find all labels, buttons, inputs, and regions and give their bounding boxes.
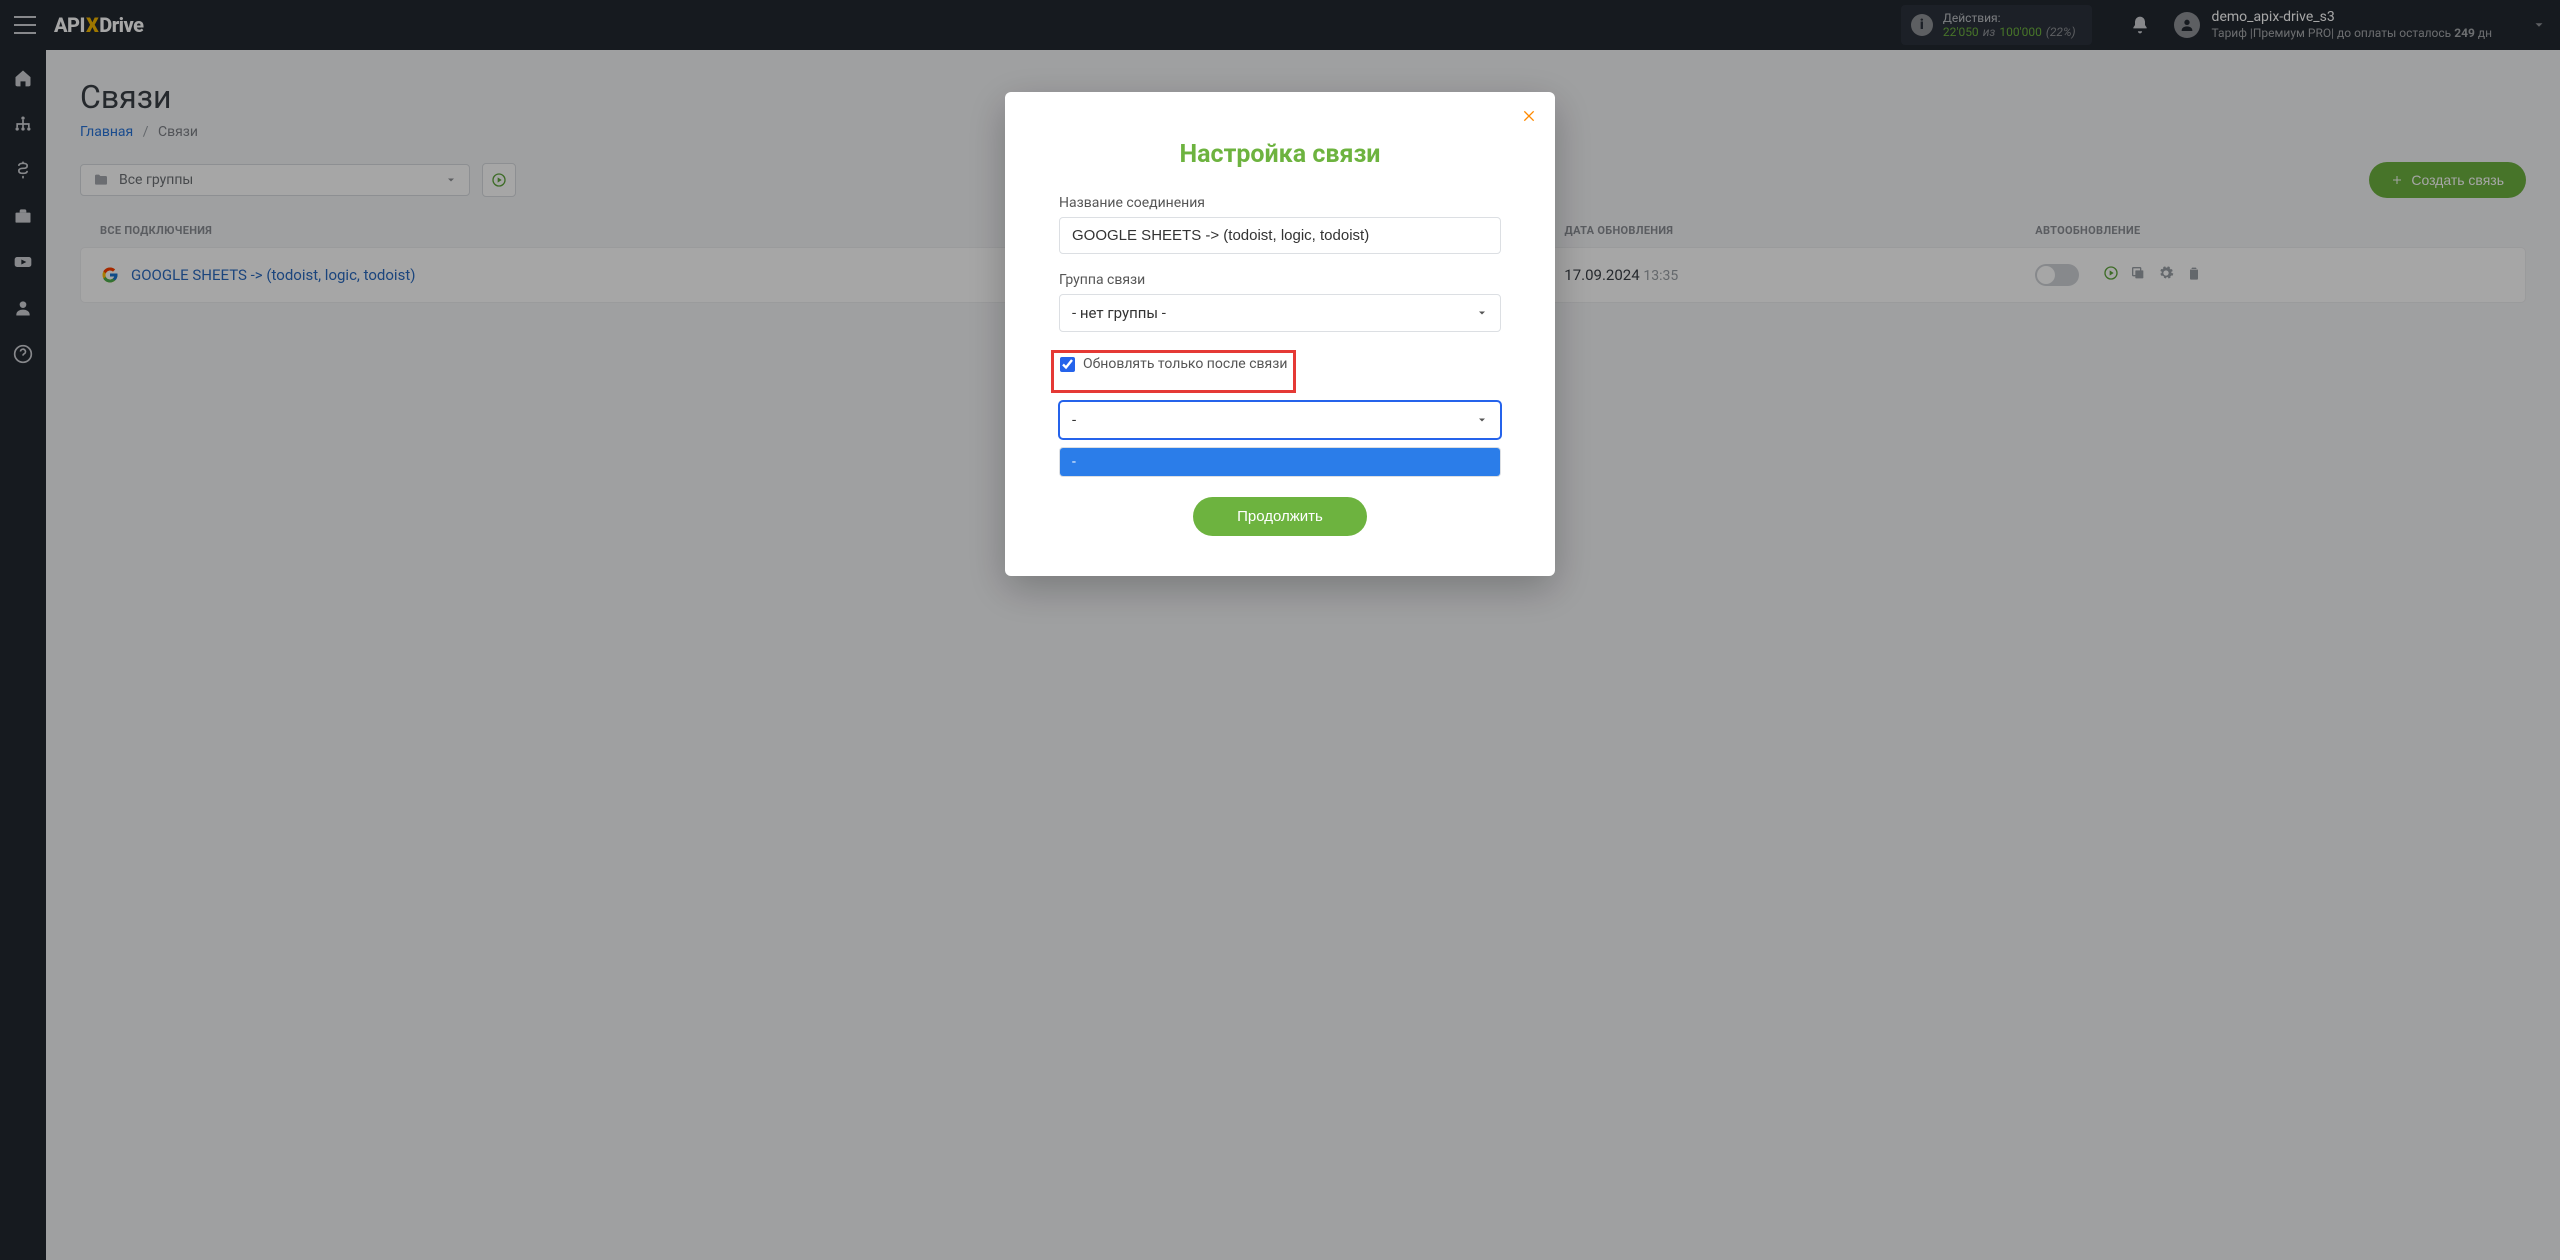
- link-after-select[interactable]: -: [1059, 401, 1501, 439]
- close-button[interactable]: [1521, 108, 1537, 128]
- modal-overlay: Настройка связи Название соединения Груп…: [0, 0, 2560, 1260]
- highlight-annotation: Обновлять только после связи: [1051, 350, 1296, 393]
- group-select[interactable]: - нет группы -: [1059, 294, 1501, 332]
- dropdown-list: -: [1059, 447, 1501, 477]
- modal-title: Настройка связи: [1059, 140, 1501, 169]
- connection-name-input[interactable]: [1059, 217, 1501, 254]
- chevron-down-icon: [1476, 307, 1488, 319]
- update-after-checkbox[interactable]: [1060, 357, 1075, 372]
- continue-button[interactable]: Продолжить: [1193, 497, 1367, 536]
- chevron-down-icon: [1476, 414, 1488, 426]
- dropdown-option[interactable]: -: [1060, 448, 1500, 476]
- connection-settings-modal: Настройка связи Название соединения Груп…: [1005, 92, 1555, 576]
- label-connection-name: Название соединения: [1059, 195, 1501, 211]
- label-group: Группа связи: [1059, 272, 1501, 288]
- checkbox-label[interactable]: Обновлять только после связи: [1083, 356, 1287, 372]
